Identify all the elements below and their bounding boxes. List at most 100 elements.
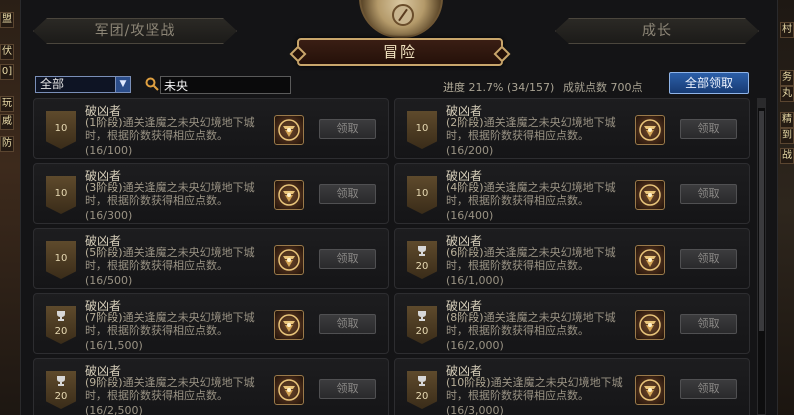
achievement-card: 10 破凶者 (4阶段)通关逢魔之未央幻境地下城时，根据阶数获得相应点数。 (1… <box>394 163 750 224</box>
achievement-stage: (4阶段) <box>446 181 484 194</box>
reward-emblem-icon <box>639 249 661 271</box>
achievement-count: (16/1,500) <box>85 339 143 352</box>
achievement-desc: (10阶段)通关逢魔之未央幻境地下城时，根据阶数获得相应点数。 <box>446 376 624 402</box>
points-badge: 20 <box>46 306 76 344</box>
achievement-count: (16/2,000) <box>446 339 504 352</box>
points-label: 成就点数 <box>563 81 607 94</box>
progress-percent: 21.7% <box>468 81 504 94</box>
achievement-count: (16/1,000) <box>446 274 504 287</box>
reward-item[interactable] <box>274 375 304 405</box>
points-badge: 10 <box>407 176 437 214</box>
tab-legion-siege[interactable]: 军团/攻坚战 <box>33 18 237 44</box>
progress-label: 进度 <box>443 81 465 94</box>
points-badge: 20 <box>407 371 437 409</box>
points-badge: 20 <box>407 306 437 344</box>
reward-item[interactable] <box>274 115 304 145</box>
points-badge: 10 <box>407 111 437 149</box>
reward-item[interactable] <box>635 310 665 340</box>
achievement-list: 10 破凶者 (1阶段)通关逢魔之未央幻境地下城时，根据阶数获得相应点数。 (1… <box>33 98 755 415</box>
claim-button[interactable]: 领取 <box>680 119 737 139</box>
reward-item[interactable] <box>274 180 304 210</box>
achievement-count: (16/100) <box>85 144 133 157</box>
achievement-stage: (7阶段) <box>85 311 123 324</box>
reward-emblem-icon <box>639 379 661 401</box>
claim-button[interactable]: 领取 <box>319 119 376 139</box>
claim-button[interactable]: 领取 <box>319 249 376 269</box>
achievement-desc: (2阶段)通关逢魔之未央幻境地下城时，根据阶数获得相应点数。 <box>446 116 624 142</box>
achievement-stage: (1阶段) <box>85 116 123 129</box>
achievement-count: (16/300) <box>85 209 133 222</box>
reward-item[interactable] <box>635 245 665 275</box>
achievement-desc: (3阶段)通关逢魔之未央幻境地下城时，根据阶数获得相应点数。 <box>85 181 263 207</box>
category-filter-select[interactable]: 全部 ▼ <box>35 76 131 93</box>
reward-emblem-icon <box>639 119 661 141</box>
achievement-card: 10 破凶者 (5阶段)通关逢魔之未央幻境地下城时，根据阶数获得相应点数。 (1… <box>33 228 389 289</box>
achievement-stage: (2阶段) <box>446 116 484 129</box>
left-edge-tag: 防守 <box>0 136 14 152</box>
achievement-desc: (1阶段)通关逢魔之未央幻境地下城时，根据阶数获得相应点数。 <box>85 116 263 142</box>
achievement-card: 20 破凶者 (7阶段)通关逢魔之未央幻境地下城时，根据阶数获得相应点数。 (1… <box>33 293 389 354</box>
tab-growth[interactable]: 成长 <box>555 18 759 44</box>
reward-item[interactable] <box>274 245 304 275</box>
achievement-card: 20 破凶者 (9阶段)通关逢魔之未央幻境地下城时，根据阶数获得相应点数。 (1… <box>33 358 389 415</box>
right-edge-tag: 战 <box>780 148 794 164</box>
reward-item[interactable] <box>635 375 665 405</box>
claim-button[interactable]: 领取 <box>319 184 376 204</box>
progress-fraction: (34/157) <box>506 81 555 94</box>
reward-item[interactable] <box>274 310 304 340</box>
compass-icon <box>392 4 414 26</box>
scroll-up-button[interactable] <box>758 99 765 108</box>
points-badge: 10 <box>46 111 76 149</box>
badge-points: 20 <box>415 326 429 337</box>
badge-points: 10 <box>415 123 429 134</box>
reward-item[interactable] <box>635 180 665 210</box>
badge-points: 20 <box>54 391 68 402</box>
achievement-panel: 军团/攻坚战 成长 冒险 全部 ▼ 进度 21.7% (34/157) 成就点数… <box>20 0 778 415</box>
left-edge-tag: 伏妖 <box>0 44 14 60</box>
points-badge: 20 <box>407 241 437 279</box>
reward-emblem-icon <box>278 249 300 271</box>
scroll-thumb[interactable] <box>759 111 764 331</box>
achievement-card: 20 破凶者 (10阶段)通关逢魔之未央幻境地下城时，根据阶数获得相应点数。 (… <box>394 358 750 415</box>
reward-emblem-icon <box>278 314 300 336</box>
scrollbar[interactable] <box>757 98 766 415</box>
claim-button[interactable]: 领取 <box>680 184 737 204</box>
search-icon <box>145 77 159 91</box>
achievement-card: 20 破凶者 (6阶段)通关逢魔之未央幻境地下城时，根据阶数获得相应点数。 (1… <box>394 228 750 289</box>
achievement-points: 成就点数 700点 <box>563 79 643 95</box>
claim-all-button[interactable]: 全部领取 <box>669 72 749 94</box>
claim-button[interactable]: 领取 <box>319 379 376 399</box>
claim-button[interactable]: 领取 <box>319 314 376 334</box>
trophy-icon <box>418 311 426 321</box>
achievement-desc: (8阶段)通关逢魔之未央幻境地下城时，根据阶数获得相应点数。 <box>446 311 624 337</box>
right-edge-tag: 务 <box>780 70 794 86</box>
reward-emblem-icon <box>278 119 300 141</box>
reward-item[interactable] <box>635 115 665 145</box>
achievement-stage: (6阶段) <box>446 246 484 259</box>
claim-button[interactable]: 领取 <box>680 379 737 399</box>
right-edge-tag: 到 <box>780 128 794 144</box>
badge-points: 10 <box>54 253 68 264</box>
tab-adventure[interactable]: 冒险 <box>297 38 503 66</box>
compass-emblem <box>359 0 443 38</box>
achievement-card: 20 破凶者 (8阶段)通关逢魔之未央幻境地下城时，根据阶数获得相应点数。 (1… <box>394 293 750 354</box>
points-badge: 10 <box>46 241 76 279</box>
chevron-down-icon[interactable]: ▼ <box>115 77 130 92</box>
achievement-card: 10 破凶者 (3阶段)通关逢魔之未央幻境地下城时，根据阶数获得相应点数。 (1… <box>33 163 389 224</box>
badge-points: 10 <box>54 188 68 199</box>
left-edge-tag: 盟 <box>0 12 14 28</box>
left-edge-tag: 0] <box>0 64 14 80</box>
achievement-card: 10 破凶者 (1阶段)通关逢魔之未央幻境地下城时，根据阶数获得相应点数。 (1… <box>33 98 389 159</box>
claim-button[interactable]: 领取 <box>680 249 737 269</box>
achievement-stage: (9阶段) <box>85 376 123 389</box>
claim-button[interactable]: 领取 <box>680 314 737 334</box>
achievement-desc: (5阶段)通关逢魔之未央幻境地下城时，根据阶数获得相应点数。 <box>85 246 263 272</box>
search-input[interactable] <box>160 76 291 94</box>
left-edge-tag: 玩 <box>0 96 14 112</box>
achievement-desc: (4阶段)通关逢魔之未央幻境地下城时，根据阶数获得相应点数。 <box>446 181 624 207</box>
category-filter-value: 全部 <box>40 77 65 91</box>
achievement-desc: (7阶段)通关逢魔之未央幻境地下城时，根据阶数获得相应点数。 <box>85 311 263 337</box>
badge-points: 20 <box>415 391 429 402</box>
reward-emblem-icon <box>639 314 661 336</box>
reward-emblem-icon <box>278 379 300 401</box>
